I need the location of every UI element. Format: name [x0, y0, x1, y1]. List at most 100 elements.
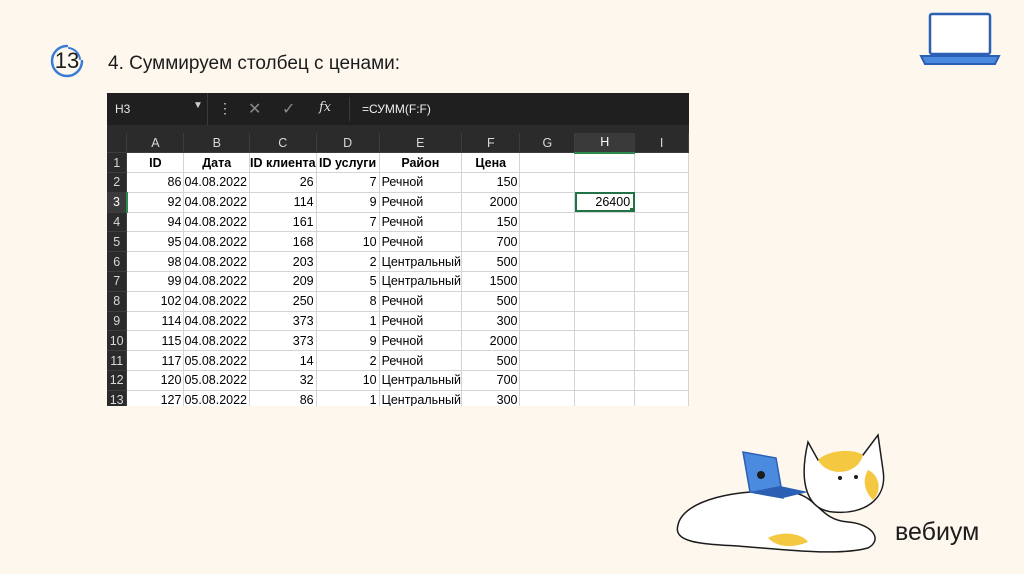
cell[interactable]: 04.08.2022	[183, 251, 251, 273]
empty-cell[interactable]	[519, 212, 576, 233]
cancel-icon[interactable]: ✕	[248, 99, 261, 119]
empty-cell[interactable]	[519, 330, 576, 352]
cell[interactable]: 300	[461, 390, 521, 406]
empty-cell[interactable]	[574, 251, 636, 273]
cell[interactable]: 99	[126, 271, 185, 292]
empty-cell[interactable]	[519, 370, 576, 391]
empty-cell[interactable]	[634, 370, 689, 391]
cell[interactable]: Речной	[379, 330, 463, 352]
empty-cell[interactable]	[634, 330, 689, 352]
empty-cell[interactable]	[634, 172, 689, 193]
empty-cell[interactable]	[634, 251, 689, 273]
cell[interactable]: 203	[249, 251, 317, 273]
empty-cell[interactable]	[634, 311, 689, 332]
header-cell[interactable]: ID клиента	[249, 152, 317, 174]
cell[interactable]: 04.08.2022	[183, 291, 251, 312]
empty-cell[interactable]	[574, 172, 636, 193]
column-header[interactable]: A	[126, 133, 185, 154]
cell[interactable]: 700	[461, 370, 521, 391]
row-header[interactable]: 9	[107, 311, 128, 332]
empty-cell[interactable]	[519, 172, 576, 193]
empty-cell[interactable]	[634, 271, 689, 292]
column-header[interactable]: I	[634, 133, 689, 154]
empty-cell[interactable]	[634, 231, 689, 253]
cell[interactable]: 500	[461, 291, 521, 312]
empty-cell[interactable]	[574, 390, 636, 406]
cell[interactable]: 150	[461, 212, 521, 233]
row-header[interactable]: 1	[107, 152, 128, 174]
cell[interactable]: 209	[249, 271, 317, 292]
column-header[interactable]: F	[461, 133, 521, 154]
name-box[interactable]: H3 ▼	[107, 93, 208, 125]
cell[interactable]: 04.08.2022	[183, 330, 251, 352]
cell[interactable]: Речной	[379, 231, 463, 253]
cell[interactable]: 373	[249, 330, 317, 352]
cell[interactable]: 98	[126, 251, 185, 273]
cell[interactable]: 04.08.2022	[183, 231, 251, 253]
cell[interactable]: 04.08.2022	[183, 212, 251, 233]
column-header[interactable]: B	[183, 133, 251, 154]
row-header[interactable]: 8	[107, 291, 128, 312]
cell[interactable]: 500	[461, 350, 521, 372]
empty-cell[interactable]	[574, 330, 636, 352]
fx-icon[interactable]: fx	[319, 100, 331, 115]
cell[interactable]: 04.08.2022	[183, 311, 251, 332]
cell[interactable]: 102	[126, 291, 185, 312]
cell[interactable]: 7	[316, 172, 380, 193]
select-all-corner[interactable]	[107, 133, 128, 154]
header-cell[interactable]: Цена	[461, 152, 521, 174]
cell[interactable]: 95	[126, 231, 185, 253]
row-header[interactable]: 5	[107, 231, 128, 253]
cell[interactable]: 120	[126, 370, 185, 391]
cell[interactable]: Центральный	[379, 251, 463, 273]
cell[interactable]: Центральный	[379, 370, 463, 391]
row-header[interactable]: 13	[107, 390, 128, 406]
cell[interactable]: 86	[126, 172, 185, 193]
cell[interactable]: 1500	[461, 271, 521, 292]
empty-cell[interactable]	[519, 251, 576, 273]
cell[interactable]: 114	[249, 192, 317, 213]
cell[interactable]: 250	[249, 291, 317, 312]
row-header[interactable]: 10	[107, 330, 128, 352]
empty-cell[interactable]	[574, 152, 636, 174]
chevron-down-icon[interactable]: ▼	[193, 100, 203, 111]
cell[interactable]: 2000	[461, 330, 521, 352]
empty-cell[interactable]	[634, 291, 689, 312]
empty-cell[interactable]	[519, 192, 576, 213]
row-header[interactable]: 4	[107, 212, 128, 233]
cell[interactable]: 114	[126, 311, 185, 332]
cell[interactable]: 05.08.2022	[183, 350, 251, 372]
empty-cell[interactable]	[574, 271, 636, 292]
cell[interactable]: 8	[316, 291, 380, 312]
cell[interactable]: 04.08.2022	[183, 192, 251, 213]
cell[interactable]: 300	[461, 311, 521, 332]
cell[interactable]: Центральный	[379, 390, 463, 406]
cell[interactable]: 2	[316, 251, 380, 273]
empty-cell[interactable]	[574, 370, 636, 391]
cell[interactable]: Речной	[379, 172, 463, 193]
cell[interactable]: 04.08.2022	[183, 172, 251, 193]
cell[interactable]: 10	[316, 370, 380, 391]
empty-cell[interactable]	[519, 271, 576, 292]
row-header[interactable]: 12	[107, 370, 128, 391]
empty-cell[interactable]	[574, 350, 636, 372]
cell[interactable]: Центральный	[379, 271, 463, 292]
confirm-icon[interactable]: ✓	[282, 99, 295, 119]
column-header[interactable]: D	[316, 133, 380, 154]
cell[interactable]: 1	[316, 311, 380, 332]
cell[interactable]: Речной	[379, 291, 463, 312]
cell[interactable]: Речной	[379, 311, 463, 332]
empty-cell[interactable]	[519, 350, 576, 372]
empty-cell[interactable]	[519, 311, 576, 332]
cell[interactable]: 26	[249, 172, 317, 193]
cell[interactable]: 1	[316, 390, 380, 406]
empty-cell[interactable]	[574, 291, 636, 312]
row-header[interactable]: 6	[107, 251, 128, 273]
active-cell-result[interactable]: 26400	[574, 192, 636, 213]
cell[interactable]: 115	[126, 330, 185, 352]
header-cell[interactable]: ID	[126, 152, 185, 174]
cell[interactable]: 7	[316, 212, 380, 233]
cell[interactable]: 2	[316, 350, 380, 372]
more-icon[interactable]: ⋮	[218, 100, 232, 117]
cell[interactable]: 05.08.2022	[183, 370, 251, 391]
